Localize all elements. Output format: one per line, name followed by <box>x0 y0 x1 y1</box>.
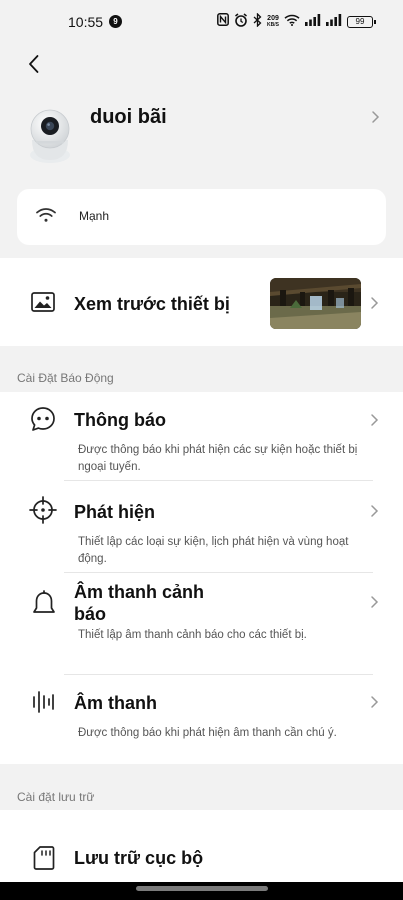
status-icons: 209 KB/S 99 <box>217 11 376 32</box>
storage-settings-section: Lưu trữ cục bộ <box>0 810 403 890</box>
device-header[interactable]: duoi bãi <box>18 98 388 168</box>
wifi-status-icon <box>284 13 300 31</box>
preview-thumbnail[interactable] <box>270 278 361 329</box>
alarm-settings-header: Cài Đặt Báo Động <box>17 371 114 385</box>
sound-description: Được thông báo khi phát hiện âm thanh cầ… <box>78 727 337 739</box>
nfc-icon <box>217 13 229 31</box>
camera-image <box>26 104 74 164</box>
battery-icon: 99 <box>347 16 376 28</box>
cellular-signal-icon <box>305 13 321 31</box>
sound-wave-icon <box>28 687 58 717</box>
notifications-title: Thông báo <box>74 410 166 430</box>
chevron-right-icon <box>370 595 379 614</box>
alarm-sound-description: Thiết lập âm thanh cảnh báo cho các thiế… <box>78 629 307 641</box>
back-button[interactable] <box>20 50 48 78</box>
device-preview-row[interactable]: Xem trước thiết bị <box>0 258 403 346</box>
network-speed-value: 209 <box>267 15 279 22</box>
cellular-signal-2-icon <box>326 13 342 31</box>
sound-title: Âm thanh <box>74 693 157 713</box>
chat-bubble-icon <box>28 404 58 434</box>
device-name: duoi bãi <box>90 106 167 128</box>
status-time: 10:55 <box>68 14 104 30</box>
detection-row[interactable]: Phát hiện Thiết lập các loại sự kiện, lị… <box>0 481 403 571</box>
chevron-right-icon <box>370 296 379 315</box>
network-speed-unit: KB/S <box>267 22 279 28</box>
local-storage-title: Lưu trữ cục bộ <box>74 848 204 868</box>
system-nav-bar <box>0 882 403 900</box>
bell-icon <box>29 589 59 619</box>
image-icon <box>28 287 58 317</box>
sound-row[interactable]: Âm thanh Được thông báo khi phát hiện âm… <box>0 675 403 764</box>
alarm-clock-icon <box>234 12 248 32</box>
notifications-description: Được thông báo khi phát hiện các sự kiện… <box>78 444 358 473</box>
notifications-row[interactable]: Thông báo Được thông báo khi phát hiện c… <box>0 392 403 480</box>
battery-level: 99 <box>355 17 365 26</box>
signal-strength-label: Mạnh <box>79 209 110 223</box>
chevron-right-icon <box>370 504 379 523</box>
detection-title: Phát hiện <box>74 502 156 522</box>
chevron-right-icon <box>370 413 379 432</box>
chevron-right-icon <box>370 695 379 714</box>
alarm-sound-title: Âm thanh cảnh báo <box>74 582 205 624</box>
home-indicator[interactable] <box>136 886 268 891</box>
alarm-settings-section: Thông báo Được thông báo khi phát hiện c… <box>0 392 403 764</box>
back-arrow-icon <box>29 55 39 73</box>
local-storage-row[interactable]: Lưu trữ cục bộ <box>0 810 403 890</box>
notification-badge: 9 <box>109 15 122 28</box>
signal-strength-card: Mạnh <box>17 189 386 245</box>
alarm-sound-row[interactable]: Âm thanh cảnh báo Thiết lập âm thanh cản… <box>0 573 403 673</box>
bluetooth-icon <box>253 11 262 32</box>
network-speed: 209 KB/S <box>267 15 279 29</box>
preview-title: Xem trước thiết bị <box>74 294 230 314</box>
sd-card-icon <box>29 843 59 873</box>
storage-settings-header: Cài đặt lưu trữ <box>17 790 95 804</box>
detection-description: Thiết lập các loại sự kiện, lịch phát hi… <box>78 536 349 565</box>
wifi-icon <box>35 207 57 228</box>
chevron-right-icon <box>371 110 380 129</box>
crosshair-icon <box>28 495 58 525</box>
status-bar: 10:55 9 209 KB/S 99 <box>0 0 403 44</box>
